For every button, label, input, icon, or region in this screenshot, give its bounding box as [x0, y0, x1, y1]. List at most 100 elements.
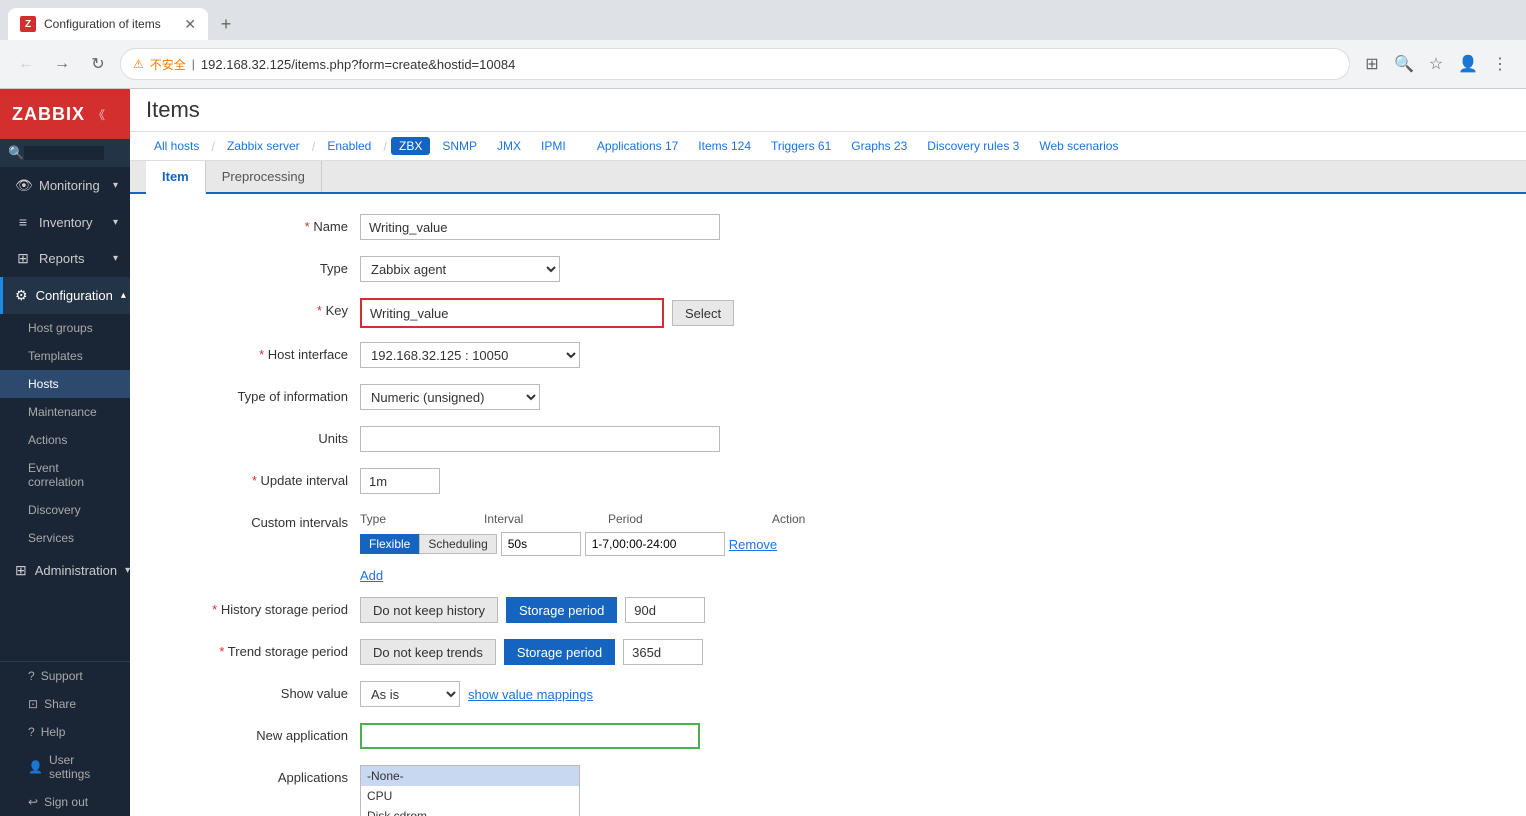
key-input[interactable] [362, 300, 662, 326]
sidebar-item-host-groups[interactable]: Host groups [0, 314, 130, 342]
host-interface-control: 192.168.32.125 : 10050 [360, 342, 1496, 368]
new-tab-button[interactable]: + [212, 10, 240, 38]
filter-badge-jmx[interactable]: JMX [489, 137, 529, 155]
sidebar-item-sign-out[interactable]: ↩ Sign out [0, 788, 130, 816]
filter-tab-enabled[interactable]: Enabled [319, 136, 379, 156]
sidebar-item-user-settings[interactable]: 👤 User settings [0, 746, 130, 788]
type-info-select[interactable]: Numeric (unsigned) [360, 384, 540, 410]
filter-tab-web-scenarios[interactable]: Web scenarios [1031, 136, 1126, 156]
sidebar-item-templates[interactable]: Templates [0, 342, 130, 370]
type-label: Type [160, 256, 360, 276]
url-bar[interactable]: ⚠ 不安全 | 192.168.32.125/items.php?form=cr… [120, 48, 1350, 80]
sidebar-item-administration[interactable]: ⊞ Administration ▾ [0, 552, 130, 589]
form-row-new-application: New application [160, 723, 1496, 751]
filter-tab-triggers[interactable]: Triggers 61 [763, 136, 839, 156]
sidebar-item-label: Reports [39, 251, 85, 266]
tab-item[interactable]: Item [146, 161, 206, 194]
favicon: Z [20, 16, 36, 32]
new-application-input[interactable] [360, 723, 700, 749]
form-row-trend: Trend storage period Do not keep trends … [160, 639, 1496, 667]
remove-interval-link[interactable]: Remove [729, 537, 777, 552]
logo-text: ZABBIX [12, 104, 85, 125]
reload-button[interactable]: ↻ [84, 50, 112, 78]
filter-tab-graphs[interactable]: Graphs 23 [843, 136, 915, 156]
flexible-button[interactable]: Flexible [360, 534, 419, 554]
sidebar-item-maintenance[interactable]: Maintenance [0, 398, 130, 426]
url-text: 192.168.32.125/items.php?form=create&hos… [201, 57, 1337, 72]
filter-tab-items[interactable]: Items 124 [690, 136, 759, 156]
select-button[interactable]: Select [672, 300, 734, 326]
tab-close-button[interactable]: ✕ [184, 16, 196, 33]
sidebar-item-services[interactable]: Services [0, 524, 130, 552]
back-button[interactable]: ← [12, 50, 40, 78]
new-application-control [360, 723, 1496, 749]
history-value-input[interactable] [625, 597, 705, 623]
sidebar-logo: ZABBIX 《 [0, 89, 130, 139]
history-storage-period-button[interactable]: Storage period [506, 597, 617, 623]
list-item[interactable]: CPU [361, 786, 579, 806]
sidebar-subitem-label: Event correlation [28, 461, 118, 489]
history-control: Do not keep history Storage period [360, 597, 1496, 623]
collapse-icon[interactable]: 《 [93, 106, 105, 123]
filter-tab-all-hosts[interactable]: All hosts [146, 136, 207, 156]
show-value-label: Show value [160, 681, 360, 701]
sidebar-item-inventory[interactable]: ≡ Inventory ▾ [0, 204, 130, 240]
name-label: Name [160, 214, 360, 234]
filter-badge-ipmi[interactable]: IPMI [533, 137, 574, 155]
trend-control: Do not keep trends Storage period [360, 639, 1496, 665]
sidebar-item-help[interactable]: ? Help [0, 718, 130, 746]
forward-button[interactable]: → [48, 50, 76, 78]
form-row-type: Type Zabbix agent [160, 256, 1496, 284]
sidebar-item-configuration[interactable]: ⚙ Configuration ▴ [0, 277, 130, 314]
name-input[interactable] [360, 214, 720, 240]
scheduling-button[interactable]: Scheduling [419, 534, 496, 554]
trend-no-keep-button[interactable]: Do not keep trends [360, 639, 496, 665]
bookmark-button[interactable]: ☆ [1422, 50, 1450, 78]
period-value-input[interactable] [585, 532, 725, 556]
units-input[interactable] [360, 426, 720, 452]
menu-button[interactable]: ⋮ [1486, 50, 1514, 78]
trend-storage-period-button[interactable]: Storage period [504, 639, 615, 665]
sidebar-footer-label: Share [44, 697, 76, 711]
profile-button[interactable]: 👤 [1454, 50, 1482, 78]
form-row-history: History storage period Do not keep histo… [160, 597, 1496, 625]
type-select[interactable]: Zabbix agent [360, 256, 560, 282]
sidebar-item-monitoring[interactable]: 👁 Monitoring ▾ [0, 167, 130, 204]
sidebar-subitem-label: Maintenance [28, 405, 97, 419]
sidebar-footer-label: Sign out [44, 795, 88, 809]
value-mapping-link[interactable]: show value mappings [468, 687, 593, 702]
history-no-keep-button[interactable]: Do not keep history [360, 597, 498, 623]
update-interval-input[interactable] [360, 468, 440, 494]
filter-badge-snmp[interactable]: SNMP [434, 137, 485, 155]
sidebar-item-support[interactable]: ? Support [0, 662, 130, 690]
key-control: Select [360, 298, 1496, 328]
list-item[interactable]: -None- [361, 766, 579, 786]
add-interval-link[interactable]: Add [360, 568, 383, 583]
sidebar-item-discovery[interactable]: Discovery [0, 496, 130, 524]
type-info-control: Numeric (unsigned) [360, 384, 1496, 410]
sidebar-item-reports[interactable]: ⊞ Reports ▾ [0, 240, 130, 277]
sidebar-item-actions[interactable]: Actions [0, 426, 130, 454]
sidebar-item-share[interactable]: ⊡ Share [0, 690, 130, 718]
trend-value-input[interactable] [623, 639, 703, 665]
sidebar-item-event-correlation[interactable]: Event correlation [0, 454, 130, 496]
interval-row: Flexible Scheduling Remove [360, 532, 860, 556]
active-tab[interactable]: Z Configuration of items ✕ [8, 8, 208, 40]
show-value-select[interactable]: As is [360, 681, 460, 707]
filter-tab-zabbix-server[interactable]: Zabbix server [219, 136, 308, 156]
sidebar-search-input[interactable] [24, 146, 104, 160]
translate-button[interactable]: ⊞ [1358, 50, 1386, 78]
filter-tabs: All hosts / Zabbix server / Enabled / ZB… [130, 132, 1526, 161]
applications-listbox[interactable]: -None- CPU Disk cdrom Disk sda Filesyste… [360, 765, 580, 816]
search-button[interactable]: 🔍 [1390, 50, 1418, 78]
type-control: Zabbix agent [360, 256, 1496, 282]
filter-badge-zbx[interactable]: ZBX [391, 137, 430, 155]
sidebar-subitem-label: Hosts [28, 377, 59, 391]
host-interface-select[interactable]: 192.168.32.125 : 10050 [360, 342, 580, 368]
tab-preprocessing[interactable]: Preprocessing [206, 161, 322, 192]
filter-tab-discovery-rules[interactable]: Discovery rules 3 [919, 136, 1027, 156]
interval-value-input[interactable] [501, 532, 581, 556]
security-warning: ⚠ [133, 57, 144, 71]
filter-tab-applications[interactable]: Applications 17 [589, 136, 686, 156]
sidebar-item-hosts[interactable]: Hosts [0, 370, 130, 398]
